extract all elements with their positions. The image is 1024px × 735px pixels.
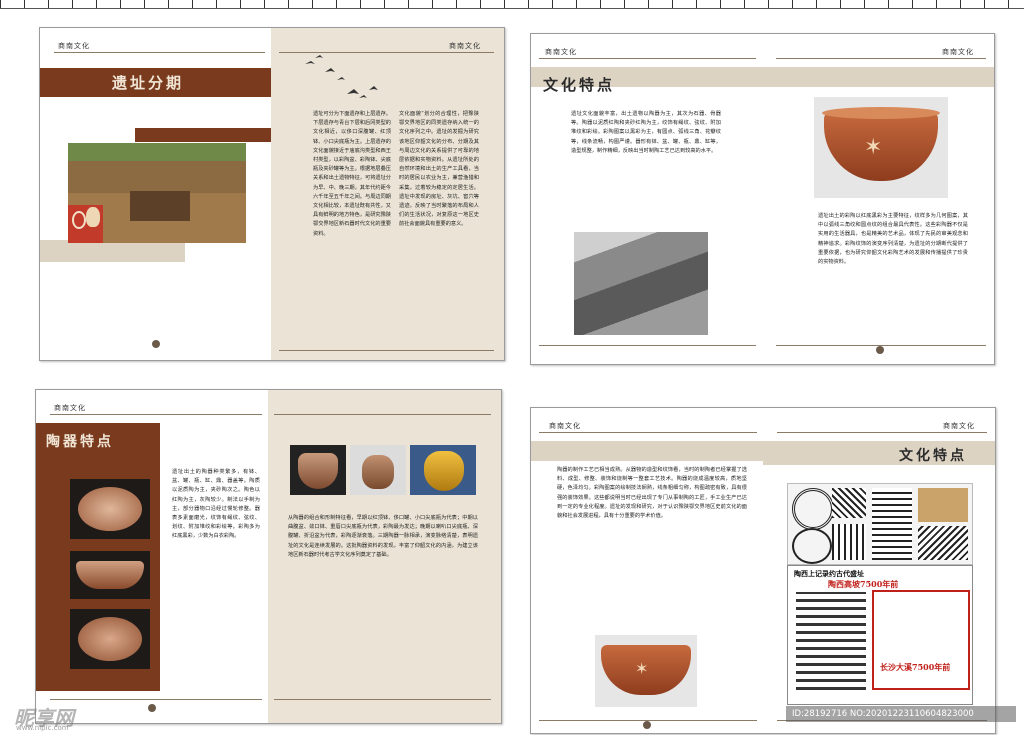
page-header: 商南文化 (549, 422, 581, 430)
page-header: 商南文化 (449, 42, 481, 50)
spread-2-right-page: 商南文化 ✶ 遗址出土的彩陶以红底黑彩为主要特征，纹样多为几何图案，其中以弧线三… (762, 34, 994, 364)
pottery-bowl-photo-2 (70, 551, 150, 599)
mask-icon (86, 207, 100, 227)
gold-mask-photo (410, 445, 476, 495)
accent-band (135, 128, 271, 142)
spread-3-left-page: 商南文化 陶器特点 遗址出土的陶器种类繁多，有钵、盆、罐、瓶、缸、鼎、器盖等。陶… (36, 390, 268, 723)
spread-4-right-page: 商南文化 文化特点 陶西上记录约古代盛址 陶西高坡7500年前 长沙大溪7500… (763, 408, 995, 733)
page-number-dot (152, 340, 160, 348)
spread-1-right-page: 商南文化 遗址可分为下面遗存和上层遗存。下层遗存与青台下层和后冈类型的文化相近，… (271, 28, 504, 360)
top-ruler (0, 0, 1024, 9)
bone-ornament-icon (72, 211, 86, 229)
painted-pottery-bowl-photo: ✶ (595, 635, 697, 707)
body-text-col2: 文化面貌”划分的合理性，把豫陕鄂交界地区的同类遗存纳入统一的文化序列之中。遗址的… (399, 111, 479, 228)
poster-title: 陶西上记录约古代盛址 (794, 569, 864, 578)
poster-caption-2: 长沙大溪7500年前 (880, 662, 951, 672)
star-pattern-icon: ✶ (635, 659, 649, 678)
page-number-dot (643, 721, 651, 729)
spread-1-left-page: 商南文化 遗址分期 (40, 28, 271, 360)
poster-caption-1: 陶西高坡7500年前 (828, 579, 899, 589)
page-number-dot (876, 346, 884, 354)
spread-3-right-page: 从陶器的组合和形制特征看，早期以红顶钵、侈口罐、小口尖底瓶为代表；中期以曲腹盆、… (268, 390, 501, 723)
section-title: 陶器特点 (46, 434, 114, 450)
body-text: 从陶器的组合和形制特征看，早期以红顶钵、侈口罐、小口尖底瓶为代表；中期以曲腹盆、… (288, 515, 478, 558)
pottery-pattern-collage (787, 483, 973, 565)
title-band: 遗址分期 (40, 68, 271, 97)
excavation-photo (68, 143, 246, 243)
title-column: 陶器特点 (36, 423, 160, 691)
section-title: 文化特点 (899, 448, 967, 464)
pottery-bowl-photo-3 (70, 609, 150, 669)
spread-2: 商南文化 文化特点 遗址文化面貌丰富，出土遗物以陶器为主，其次为石器、骨器等。陶… (530, 33, 995, 365)
page-header: 商南文化 (545, 48, 577, 56)
accent-band-bottom (40, 240, 185, 262)
body-text: 遗址出土的陶器种类繁多，有钵、盆、罐、瓶、缸、鼎、器盖等。陶质以泥质陶为主，夹砂… (172, 469, 260, 540)
title-band-continued (762, 67, 994, 87)
body-text: 陶器的制作工艺已相当成熟。从器物的造型和纹饰看，当时的制陶者已经掌握了选料、成型… (557, 467, 747, 520)
text-band (531, 441, 763, 461)
spread-4-left-page: 商南文化 陶器的制作工艺已相当成熟。从器物的造型和纹饰看，当时的制陶者已经掌握了… (531, 408, 763, 733)
star-pattern-icon: ✶ (864, 135, 883, 160)
page-header: 商南文化 (58, 42, 90, 50)
watermark-url: www.nipic.com (16, 724, 69, 732)
spread-2-left-page: 商南文化 文化特点 遗址文化面貌丰富，出土遗物以陶器为主，其次为石器、骨器等。陶… (531, 34, 762, 364)
title-band: 文化特点 (763, 441, 995, 465)
pottery-bowl-photo-1 (70, 479, 150, 539)
page-number-dot (148, 704, 156, 712)
spread-1: 商南文化 遗址分期 商南文化 遗址可分为下面遗存和上层遗存。下层遗存与青台下层和… (39, 27, 505, 361)
ancient-symbols-poster: 陶西上记录约古代盛址 陶西高坡7500年前 长沙大溪7500年前 (787, 565, 973, 705)
page-header: 商南文化 (942, 48, 974, 56)
body-text: 遗址文化面貌丰富，出土遗物以陶器为主，其次为石器、骨器等。陶器以泥质红陶和夹砂红… (571, 111, 721, 154)
site-bw-photo (574, 232, 708, 335)
pottery-jar-photo (290, 445, 346, 495)
flying-birds-icon (305, 55, 378, 98)
spread-3: 商南文化 陶器特点 遗址出土的陶器种类繁多，有钵、盆、罐、瓶、缸、鼎、器盖等。陶… (35, 389, 502, 724)
page-header: 商南文化 (54, 404, 86, 412)
spread-4: 商南文化 陶器的制作工艺已相当成熟。从器物的造型和纹饰看，当时的制陶者已经掌握了… (530, 407, 996, 734)
section-title: 遗址分期 (112, 74, 185, 92)
page-header: 商南文化 (943, 422, 975, 430)
painted-pottery-bowl-photo: ✶ (814, 97, 948, 198)
image-id-bar: ID:28192716 NO:20201223110604823000 (786, 706, 1016, 722)
body-text-col1: 遗址可分为下面遗存和上层遗存。下层遗存与青台下层和后冈类型的文化相近，以侈口深腹… (313, 111, 391, 237)
body-text: 遗址出土的彩陶以红底黑彩为主要特征，纹样多为几何图案，其中以弧线三角纹和圆点纹的… (818, 213, 968, 266)
section-title: 文化特点 (543, 76, 616, 94)
pottery-pot-photo (350, 445, 406, 495)
